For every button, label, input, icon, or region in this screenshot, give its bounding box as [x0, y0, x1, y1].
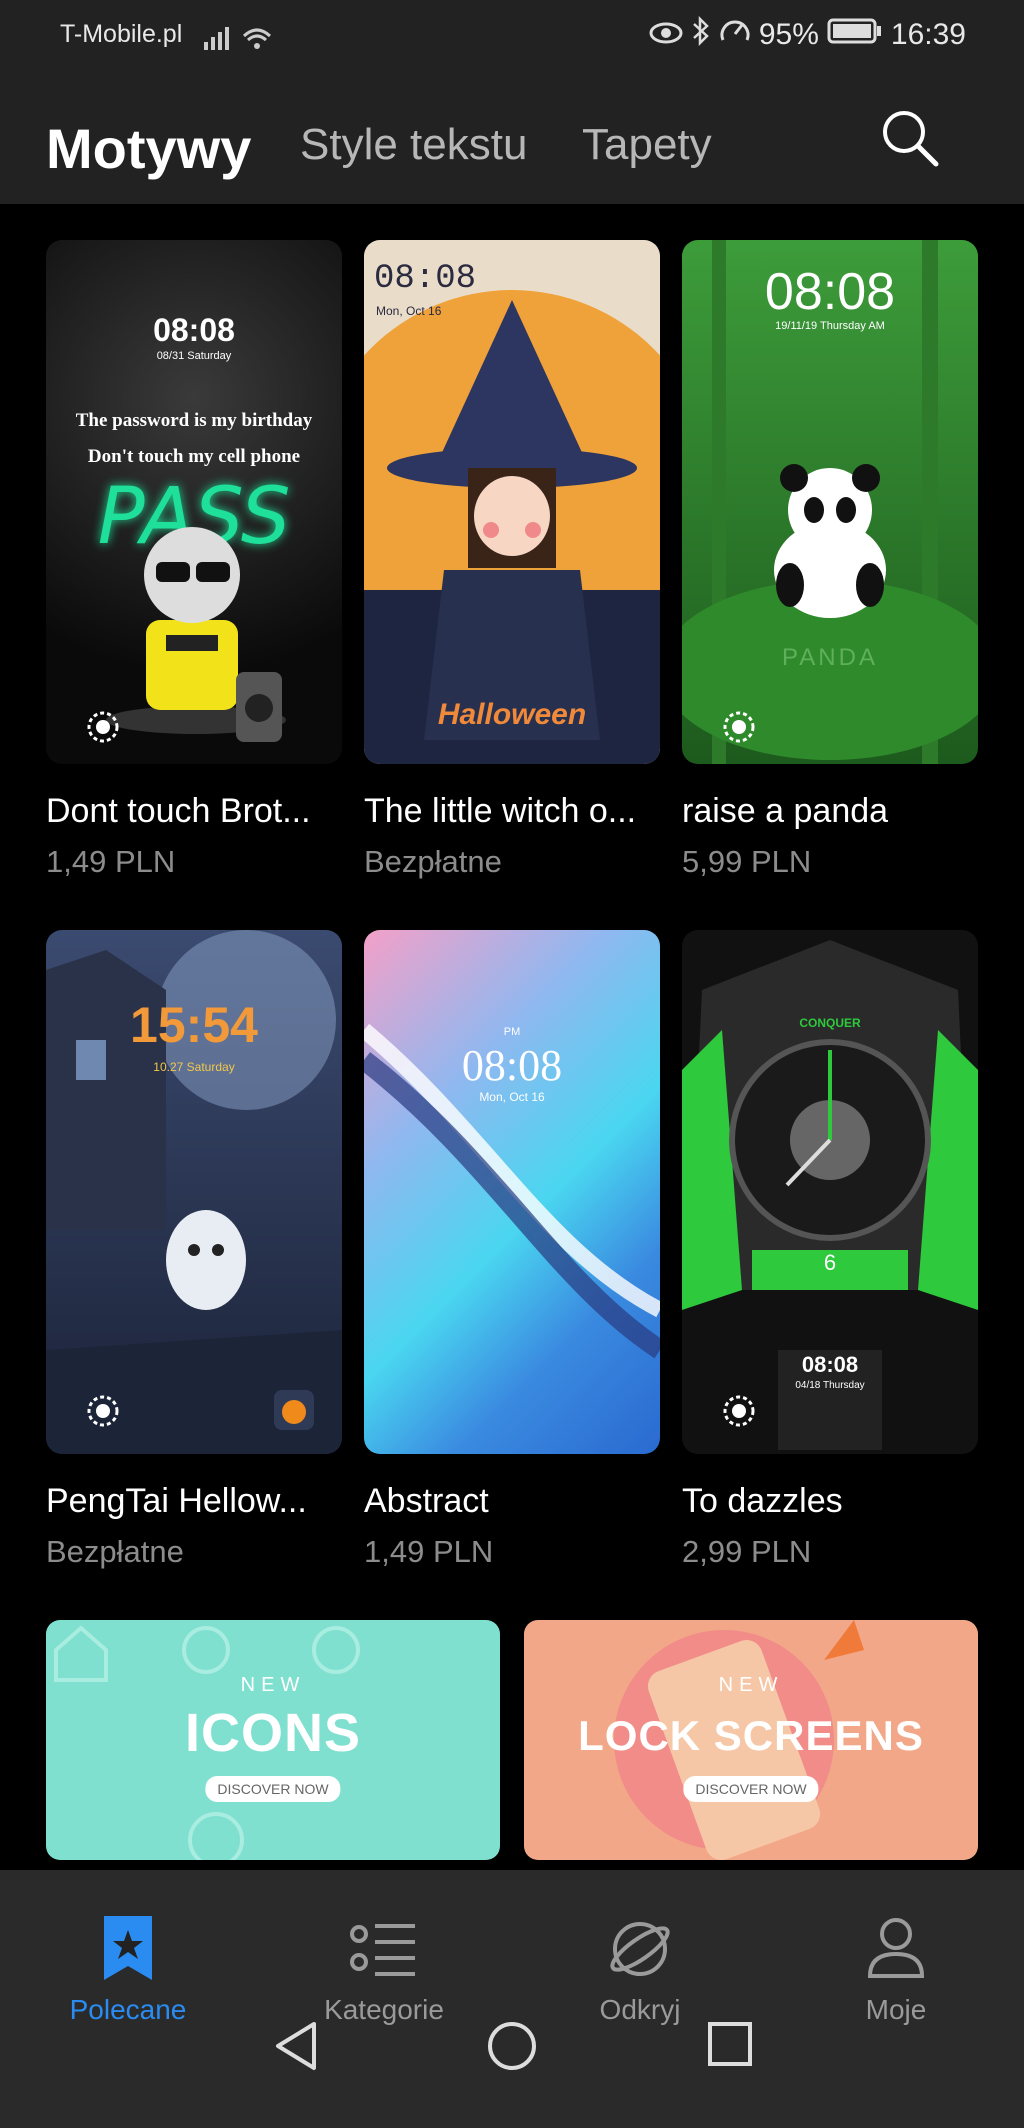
banner-lock-screens[interactable]: NEW LOCK SCREENS DISCOVER NOW — [524, 1620, 978, 1860]
back-button[interactable] — [272, 2020, 320, 2077]
person-icon — [867, 1918, 925, 1978]
theme-thumbnail[interactable]: 15:54 10.27 Saturday — [46, 930, 342, 1454]
preview-date: Mon, Oct 16 — [376, 304, 442, 318]
bookmark-star-icon — [104, 1916, 152, 1980]
top-tab-bar: Motywy Style tekstu Tapety — [0, 70, 1024, 204]
preview-date: 04/18 Thursday — [795, 1380, 865, 1391]
abstract-wave-illustration — [364, 1023, 660, 1359]
nav-label: Moje — [865, 1994, 927, 2025]
theme-price: 2,99 PLN — [682, 1534, 812, 1569]
signal-wifi-icons — [204, 24, 284, 59]
banner-title: ICONS — [184, 1703, 362, 1763]
preview-clock: 15:54 — [130, 997, 258, 1053]
theme-price: 5,99 PLN — [682, 844, 812, 879]
theme-title: The little witch o... — [364, 792, 637, 830]
status-right: 95% 16:39 — [649, 15, 966, 54]
theme-thumbnail[interactable]: CONQUER 6 08:08 04/18 Thursday — [682, 930, 978, 1454]
preview-clock: 08:08 — [374, 260, 477, 298]
planet-icon — [610, 1922, 670, 1976]
theme-price: 1,49 PLN — [46, 844, 176, 879]
theme-thumbnail[interactable]: 08:08 19/11/19 Thursday AM PANDA — [682, 240, 978, 764]
banner-new-label: NEW — [240, 1674, 306, 1696]
home-button[interactable] — [486, 2020, 538, 2077]
preview-date: Mon, Oct 16 — [479, 1090, 545, 1104]
preview-dial-number: 6 — [823, 1250, 837, 1275]
theme-price: Bezpłatne — [46, 1534, 184, 1569]
theme-price: 1,49 PLN — [364, 1534, 494, 1569]
preview-clock: 08:08 — [764, 263, 896, 321]
theme-thumbnail[interactable]: PM 08:08 Mon, Oct 16 — [364, 930, 660, 1454]
speed-icon — [719, 16, 751, 54]
bluetooth-icon — [691, 15, 711, 54]
theme-thumbnail[interactable]: 08:08 08/31 Saturday The password is my … — [46, 240, 342, 764]
witch-illustration — [364, 290, 660, 764]
discover-now-button[interactable]: DISCOVER NOW — [205, 1776, 341, 1802]
banner-icons[interactable]: NEW ICONS DISCOVER NOW — [46, 1620, 500, 1860]
preview-ampm: PM — [503, 1026, 521, 1038]
battery-icon — [827, 17, 883, 53]
banner-new-label: NEW — [718, 1674, 784, 1696]
list-icon — [350, 1924, 415, 1976]
search-icon — [883, 111, 939, 167]
preview-date: 10.27 Saturday — [153, 1060, 235, 1074]
theme-price: Bezpłatne — [364, 844, 502, 879]
status-bar: T-Mobile.pl 95% 16:39 — [0, 0, 1024, 70]
theme-title: Abstract — [364, 1482, 489, 1520]
nav-label: Polecane — [69, 1994, 187, 2025]
cat-illustration — [106, 527, 286, 742]
preview-clock: 08:08 — [461, 1041, 563, 1090]
recents-button[interactable] — [706, 2020, 754, 2073]
preview-clock: 08:08 — [801, 1352, 859, 1377]
preview-date: 19/11/19 Thursday AM — [775, 320, 885, 332]
home-circle-icon — [488, 2022, 536, 2070]
eye-icon — [649, 18, 683, 52]
search-button[interactable] — [878, 106, 942, 170]
back-triangle-icon — [276, 2022, 316, 2070]
carrier-name: T-Mobile.pl — [60, 20, 183, 48]
preview-brand: CONQUER — [799, 1016, 861, 1030]
battery-percent: 95% — [758, 18, 819, 51]
tab-tapety[interactable]: Tapety — [582, 120, 712, 170]
preview-caption: PANDA — [782, 644, 878, 671]
theme-title: To dazzles — [682, 1482, 843, 1520]
theme-title: Dont touch Brot... — [46, 792, 311, 830]
tab-style-tekstu[interactable]: Style tekstu — [300, 120, 527, 170]
theme-thumbnail[interactable]: 08:08 Mon, Oct 16 Halloween — [364, 240, 660, 764]
discover-now-button[interactable]: DISCOVER NOW — [683, 1776, 819, 1802]
clock: 16:39 — [890, 18, 966, 51]
banner-title: LOCK SCREENS — [578, 1712, 924, 1759]
tab-motywy[interactable]: Motywy — [46, 116, 251, 181]
bottom-navigation: Polecane Kategorie Odkryj Moje — [0, 1870, 1024, 2128]
theme-title: raise a panda — [682, 792, 889, 830]
preview-caption: Halloween — [437, 698, 587, 731]
recents-square-icon — [708, 2022, 752, 2066]
theme-title: PengTai Hellow... — [46, 1482, 307, 1520]
